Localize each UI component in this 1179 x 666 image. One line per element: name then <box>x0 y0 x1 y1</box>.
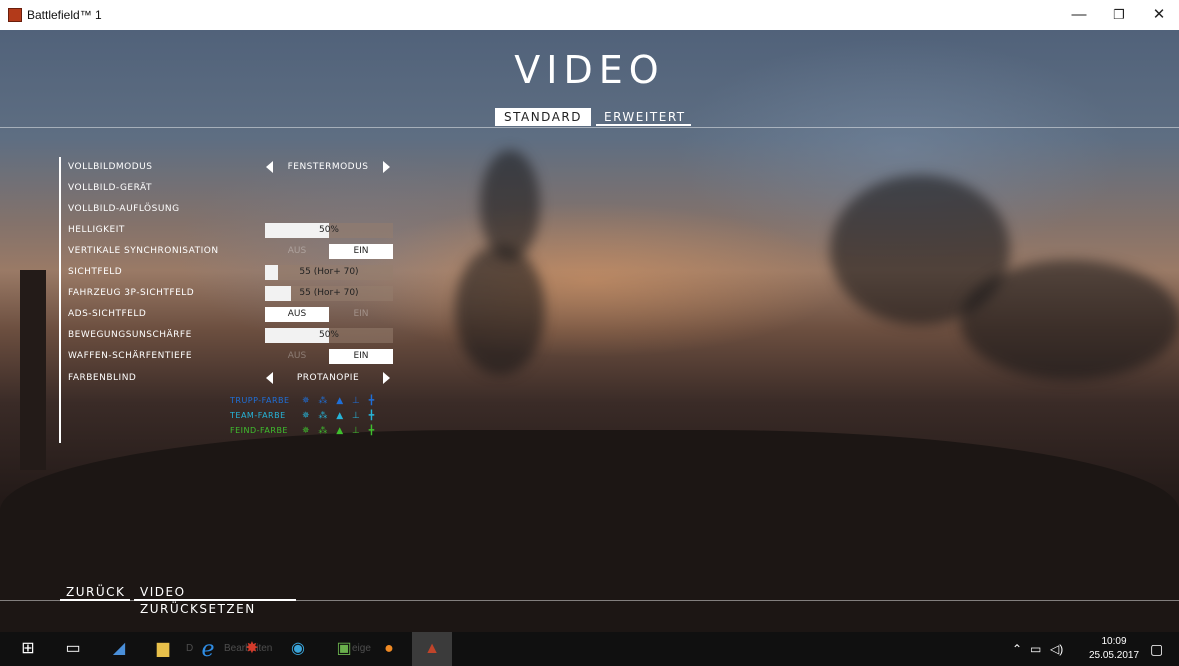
windows-taskbar: ⊞ ▭ ◢ ▆ D ℯ Bearbeiten ✸ ◉ ▣ eige ● ▲ ⌃ … <box>0 632 1179 666</box>
setting-label-fullscreen-mode: VOLLBILDMODUS <box>68 162 153 172</box>
camera-app-icon[interactable]: ◉ <box>278 632 318 666</box>
tab-advanced[interactable]: ERWEITERT <box>596 108 691 126</box>
vsync-off-option[interactable]: AUS <box>265 244 329 259</box>
setting-label-weapon-dof: WAFFEN-SCHÄRFENTIEFE <box>68 351 193 361</box>
setting-label-vsync: VERTIKALE SYNCHRONISATION <box>68 246 219 256</box>
window-titlebar: Battlefield™ 1 — ❐ ✕ <box>0 0 1179 30</box>
setting-label-colorblind: FARBENBLIND <box>68 373 137 383</box>
app-icon-1[interactable]: ◢ <box>99 632 139 666</box>
footer-divider <box>0 600 1179 601</box>
setting-label-fullscreen-device: VOLLBILD-GERÄT <box>68 183 152 193</box>
vsync-on-option[interactable]: EIN <box>329 244 393 259</box>
team-color-label: TEAM-FARBE <box>230 411 286 420</box>
file-explorer-icon[interactable]: ▆ <box>143 632 183 666</box>
enemy-color-preview: FEIND-FARBE ✵ ⁂ ▲ ⊥ ╋ <box>0 424 400 438</box>
minimize-icon[interactable]: — <box>1059 0 1099 30</box>
close-icon[interactable]: ✕ <box>1139 0 1179 30</box>
tab-standard[interactable]: STANDARD <box>495 108 591 126</box>
smoke-plume-left <box>455 245 545 375</box>
motion-blur-slider[interactable]: 50% <box>265 328 393 343</box>
vehicle-fov-slider[interactable]: 55 (Hor+ 70) <box>265 286 393 301</box>
vehicle-fov-value: 55 (Hor+ 70) <box>299 288 359 298</box>
chevron-up-icon[interactable]: ⌃ <box>1012 632 1022 666</box>
colorblind-next-icon[interactable] <box>383 372 390 384</box>
squad-color-preview: TRUPP-FARBE ✵ ⁂ ▲ ⊥ ╋ <box>0 394 400 408</box>
ads-fov-on-option[interactable]: EIN <box>329 307 393 322</box>
setting-label-fov: SICHTFELD <box>68 267 123 277</box>
team-color-icons: ✵ ⁂ ▲ ⊥ ╋ <box>302 411 378 421</box>
taskbar-clock[interactable]: 10:09 25.05.2017 <box>1082 635 1146 663</box>
weapon-dof-on-option[interactable]: EIN <box>329 349 393 364</box>
windows-start-icon[interactable]: ⊞ <box>8 632 48 666</box>
squad-color-label: TRUPP-FARBE <box>230 396 290 405</box>
setting-label-brightness: HELLIGKEIT <box>68 225 125 235</box>
setting-label-fullscreen-resolution: VOLLBILD-AUFLÖSUNG <box>68 204 180 214</box>
setting-label-ads-fov: ADS-SICHTFELD <box>68 309 147 319</box>
window-title: Battlefield™ 1 <box>27 8 102 22</box>
brightness-slider[interactable]: 50% <box>265 223 393 238</box>
reset-video-button[interactable]: VIDEO ZURÜCKSETZEN <box>134 584 296 616</box>
app-icon-2[interactable]: ✸ <box>232 632 272 666</box>
colorblind-value: PROTANOPIE <box>296 373 360 383</box>
team-color-preview: TEAM-FARBE ✵ ⁂ ▲ ⊥ ╋ <box>0 409 400 423</box>
colorblind-prev-icon[interactable] <box>266 372 273 384</box>
clock-date: 25.05.2017 <box>1088 650 1140 661</box>
smoke-plume-right <box>960 260 1179 380</box>
battlefield-app-icon <box>8 8 22 22</box>
back-button[interactable]: ZURÜCK <box>60 584 130 601</box>
internet-explorer-icon[interactable]: ℯ <box>188 632 228 666</box>
notification-center-icon[interactable]: ▢ <box>1150 632 1163 666</box>
weapon-dof-off-option[interactable]: AUS <box>265 349 329 364</box>
brightness-value: 50% <box>318 225 339 235</box>
statue-silhouette <box>20 270 46 470</box>
network-icon[interactable]: ▭ <box>1030 632 1041 666</box>
clock-time: 10:09 <box>1101 636 1127 647</box>
setting-label-vehicle-fov: FAHRZEUG 3P-SICHTFELD <box>68 288 195 298</box>
ads-fov-off-option[interactable]: AUS <box>265 307 329 322</box>
page-title: VIDEO <box>514 48 665 92</box>
setting-label-motion-blur: BEWEGUNGSUNSCHÄRFE <box>68 330 192 340</box>
squad-color-icons: ✵ ⁂ ▲ ⊥ ╋ <box>302 396 378 406</box>
fullscreen-mode-next-icon[interactable] <box>383 161 390 173</box>
task-view-icon[interactable]: ▭ <box>53 632 93 666</box>
battlefield-taskbar-icon[interactable]: ▲ <box>412 632 452 666</box>
fov-slider[interactable]: 55 (Hor+ 70) <box>265 265 393 280</box>
restore-icon[interactable]: ❐ <box>1099 0 1139 30</box>
ads-fov-toggle[interactable]: AUS EIN <box>265 307 393 322</box>
fov-value: 55 (Hor+ 70) <box>299 267 359 277</box>
fullscreen-mode-prev-icon[interactable] <box>266 161 273 173</box>
weapon-dof-toggle[interactable]: AUS EIN <box>265 349 393 364</box>
enemy-color-label: FEIND-FARBE <box>230 426 288 435</box>
vsync-toggle[interactable]: AUS EIN <box>265 244 393 259</box>
fullscreen-mode-value: FENSTERMODUS <box>287 162 369 172</box>
volume-icon[interactable]: ◁) <box>1050 632 1063 666</box>
motion-blur-value: 50% <box>318 330 339 340</box>
game-viewport: VIDEO STANDARD ERWEITERT VOLLBILDMODUS F… <box>0 30 1179 632</box>
enemy-color-icons: ✵ ⁂ ▲ ⊥ ╋ <box>302 426 378 436</box>
origin-app-icon[interactable]: ● <box>369 632 409 666</box>
header-divider <box>0 127 1179 128</box>
smoke-plume-left-top <box>480 150 540 260</box>
